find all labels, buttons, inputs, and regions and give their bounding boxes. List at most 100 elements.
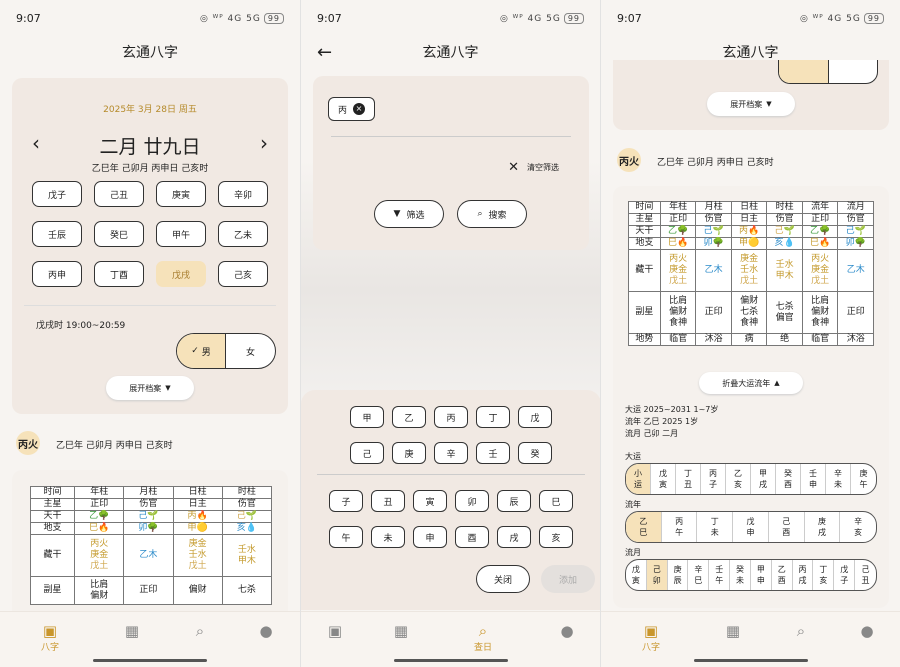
hour-button[interactable]: 戊子 (32, 181, 82, 207)
branch-button[interactable]: 辰 (497, 490, 531, 512)
tab-date-search[interactable]: ⌕ (781, 622, 821, 640)
dayun-item[interactable]: 甲戌 (751, 464, 776, 494)
liunian-item[interactable]: 庚戌 (805, 512, 841, 542)
male-option[interactable] (779, 60, 829, 83)
dayun-item[interactable]: 戊寅 (651, 464, 676, 494)
branch-button[interactable]: 未 (371, 526, 405, 548)
tab-profile[interactable]: ● (847, 622, 887, 640)
search-button[interactable]: ⌕ 搜索 (457, 200, 527, 228)
pillar-text: 乙巳 (639, 516, 647, 538)
liunian-item[interactable]: 丁未 (697, 512, 734, 542)
branch-button[interactable]: 巳 (539, 490, 573, 512)
male-option[interactable]: ✓ 男 (177, 334, 227, 368)
stem-button[interactable]: 壬 (476, 442, 510, 464)
gan-char: 乙 (777, 565, 786, 574)
branch-button[interactable]: 卯 (455, 490, 489, 512)
liuyue-item[interactable]: 戊子 (834, 560, 856, 590)
fuxing-cell: 七杀 偏官 (766, 291, 803, 334)
hour-button[interactable]: 己亥 (218, 261, 268, 287)
stem-button[interactable]: 庚 (392, 442, 426, 464)
liunian-item[interactable]: 己酉 (769, 512, 805, 542)
tab-date-search[interactable]: ⌕ 查日 (463, 622, 503, 653)
collapse-dayun-button[interactable]: 折叠大运流年 ▲ (699, 372, 803, 394)
branch-button[interactable]: 亥 (539, 526, 573, 548)
hour-button[interactable]: 壬辰 (32, 221, 82, 247)
filter-button[interactable]: ▼ 筛选 (374, 200, 444, 228)
hour-button[interactable]: 乙未 (218, 221, 268, 247)
hour-button[interactable]: 庚寅 (156, 181, 206, 207)
branch-button[interactable]: 酉 (455, 526, 489, 548)
dayun-item[interactable]: 小运 (626, 464, 651, 494)
dayun-item[interactable]: 壬申 (801, 464, 826, 494)
close-button[interactable]: 关闭 (476, 565, 530, 593)
stem-button[interactable]: 甲 (350, 406, 384, 428)
liuyue-item[interactable]: 丁亥 (813, 560, 835, 590)
hour-button[interactable]: 辛卯 (218, 181, 268, 207)
stem-button[interactable]: 丙 (434, 406, 468, 428)
tab-bazi[interactable]: ▣ 八字 (30, 622, 70, 653)
liuyue-item[interactable]: 丙戌 (793, 560, 814, 590)
liuyue-item[interactable]: 癸未 (730, 560, 751, 590)
expand-profile-button[interactable]: 展开档案 ▼ (106, 376, 194, 400)
tab-bazi[interactable]: ▣ 八字 (631, 622, 671, 653)
pillar-text: 庚戌 (818, 516, 826, 538)
stem-button[interactable]: 戊 (518, 406, 552, 428)
stem-button[interactable]: 乙 (392, 406, 426, 428)
branch-button[interactable]: 寅 (413, 490, 447, 512)
branch-button[interactable]: 丑 (371, 490, 405, 512)
gan-char: 乙 (734, 469, 742, 478)
liuyue-item[interactable]: 壬午 (709, 560, 731, 590)
hour-button[interactable]: 丁酉 (94, 261, 144, 287)
calendar-icon: ▦ (124, 622, 140, 640)
liuyue-item[interactable]: 辛巳 (688, 560, 710, 590)
caret-down-icon: ▼ (165, 384, 171, 392)
stem-button[interactable]: 辛 (434, 442, 468, 464)
next-day-icon[interactable]: › (260, 131, 268, 155)
dayun-item[interactable]: 庚午 (851, 464, 876, 494)
add-button[interactable]: 添加 (541, 565, 595, 593)
liunian-item[interactable]: 戊申 (733, 512, 769, 542)
stem-button[interactable]: 丁 (476, 406, 510, 428)
hour-button[interactable]: 癸巳 (94, 221, 144, 247)
cg-item: 庚金 (740, 254, 759, 264)
hour-button[interactable]: 己丑 (94, 181, 144, 207)
branch-button[interactable]: 子 (329, 490, 363, 512)
dayun-item[interactable]: 乙亥 (726, 464, 751, 494)
hour-button[interactable]: 甲午 (156, 221, 206, 247)
liuyue-item[interactable]: 戊寅 (626, 560, 647, 590)
female-option[interactable]: 女 (226, 334, 275, 368)
branch-button[interactable]: 戌 (497, 526, 531, 548)
chip-remove-icon[interactable]: × (353, 103, 365, 115)
tab-profile[interactable]: ● (547, 622, 587, 640)
hour-button[interactable]: 丙申 (32, 261, 82, 287)
dayun-item[interactable]: 辛未 (826, 464, 851, 494)
tab-calendar[interactable]: ▦ (112, 622, 152, 640)
tab-calendar[interactable]: ▦ (381, 622, 421, 640)
liuyue-item[interactable]: 甲申 (751, 560, 772, 590)
hour-button[interactable]: 戊戌 (156, 261, 206, 287)
liunian-item[interactable]: 乙巳 (626, 512, 662, 542)
liunian-item[interactable]: 辛亥 (840, 512, 876, 542)
liuyue-item[interactable]: 庚辰 (668, 560, 689, 590)
dayun-item[interactable]: 丁丑 (676, 464, 701, 494)
back-arrow-icon[interactable]: ← (317, 42, 332, 63)
filter-chip[interactable]: 丙 × (328, 97, 375, 121)
expand-profile-button[interactable]: 展开档案 ▼ (707, 92, 795, 116)
stem-button[interactable]: 己 (350, 442, 384, 464)
liunian-item[interactable]: 丙午 (662, 512, 698, 542)
branch-button[interactable]: 申 (413, 526, 447, 548)
liuyue-item[interactable]: 己丑 (855, 560, 876, 590)
gender-toggle[interactable] (778, 60, 878, 84)
tab-date-search[interactable]: ⌕ (180, 622, 220, 640)
branch-button[interactable]: 午 (329, 526, 363, 548)
dayun-item[interactable]: 癸酉 (776, 464, 801, 494)
stem-button[interactable]: 癸 (518, 442, 552, 464)
dayun-item[interactable]: 丙子 (701, 464, 726, 494)
zhuxing-cell: 主星 (628, 213, 661, 226)
liuyue-item[interactable]: 己卯 (646, 560, 668, 590)
tab-profile[interactable]: ● (246, 622, 286, 640)
tab-bazi[interactable]: ▣ (315, 622, 355, 640)
liuyue-item[interactable]: 乙酉 (772, 560, 793, 590)
tab-calendar[interactable]: ▦ (713, 622, 753, 640)
clear-filter-button[interactable]: ✕ 清空筛选 (508, 160, 559, 175)
